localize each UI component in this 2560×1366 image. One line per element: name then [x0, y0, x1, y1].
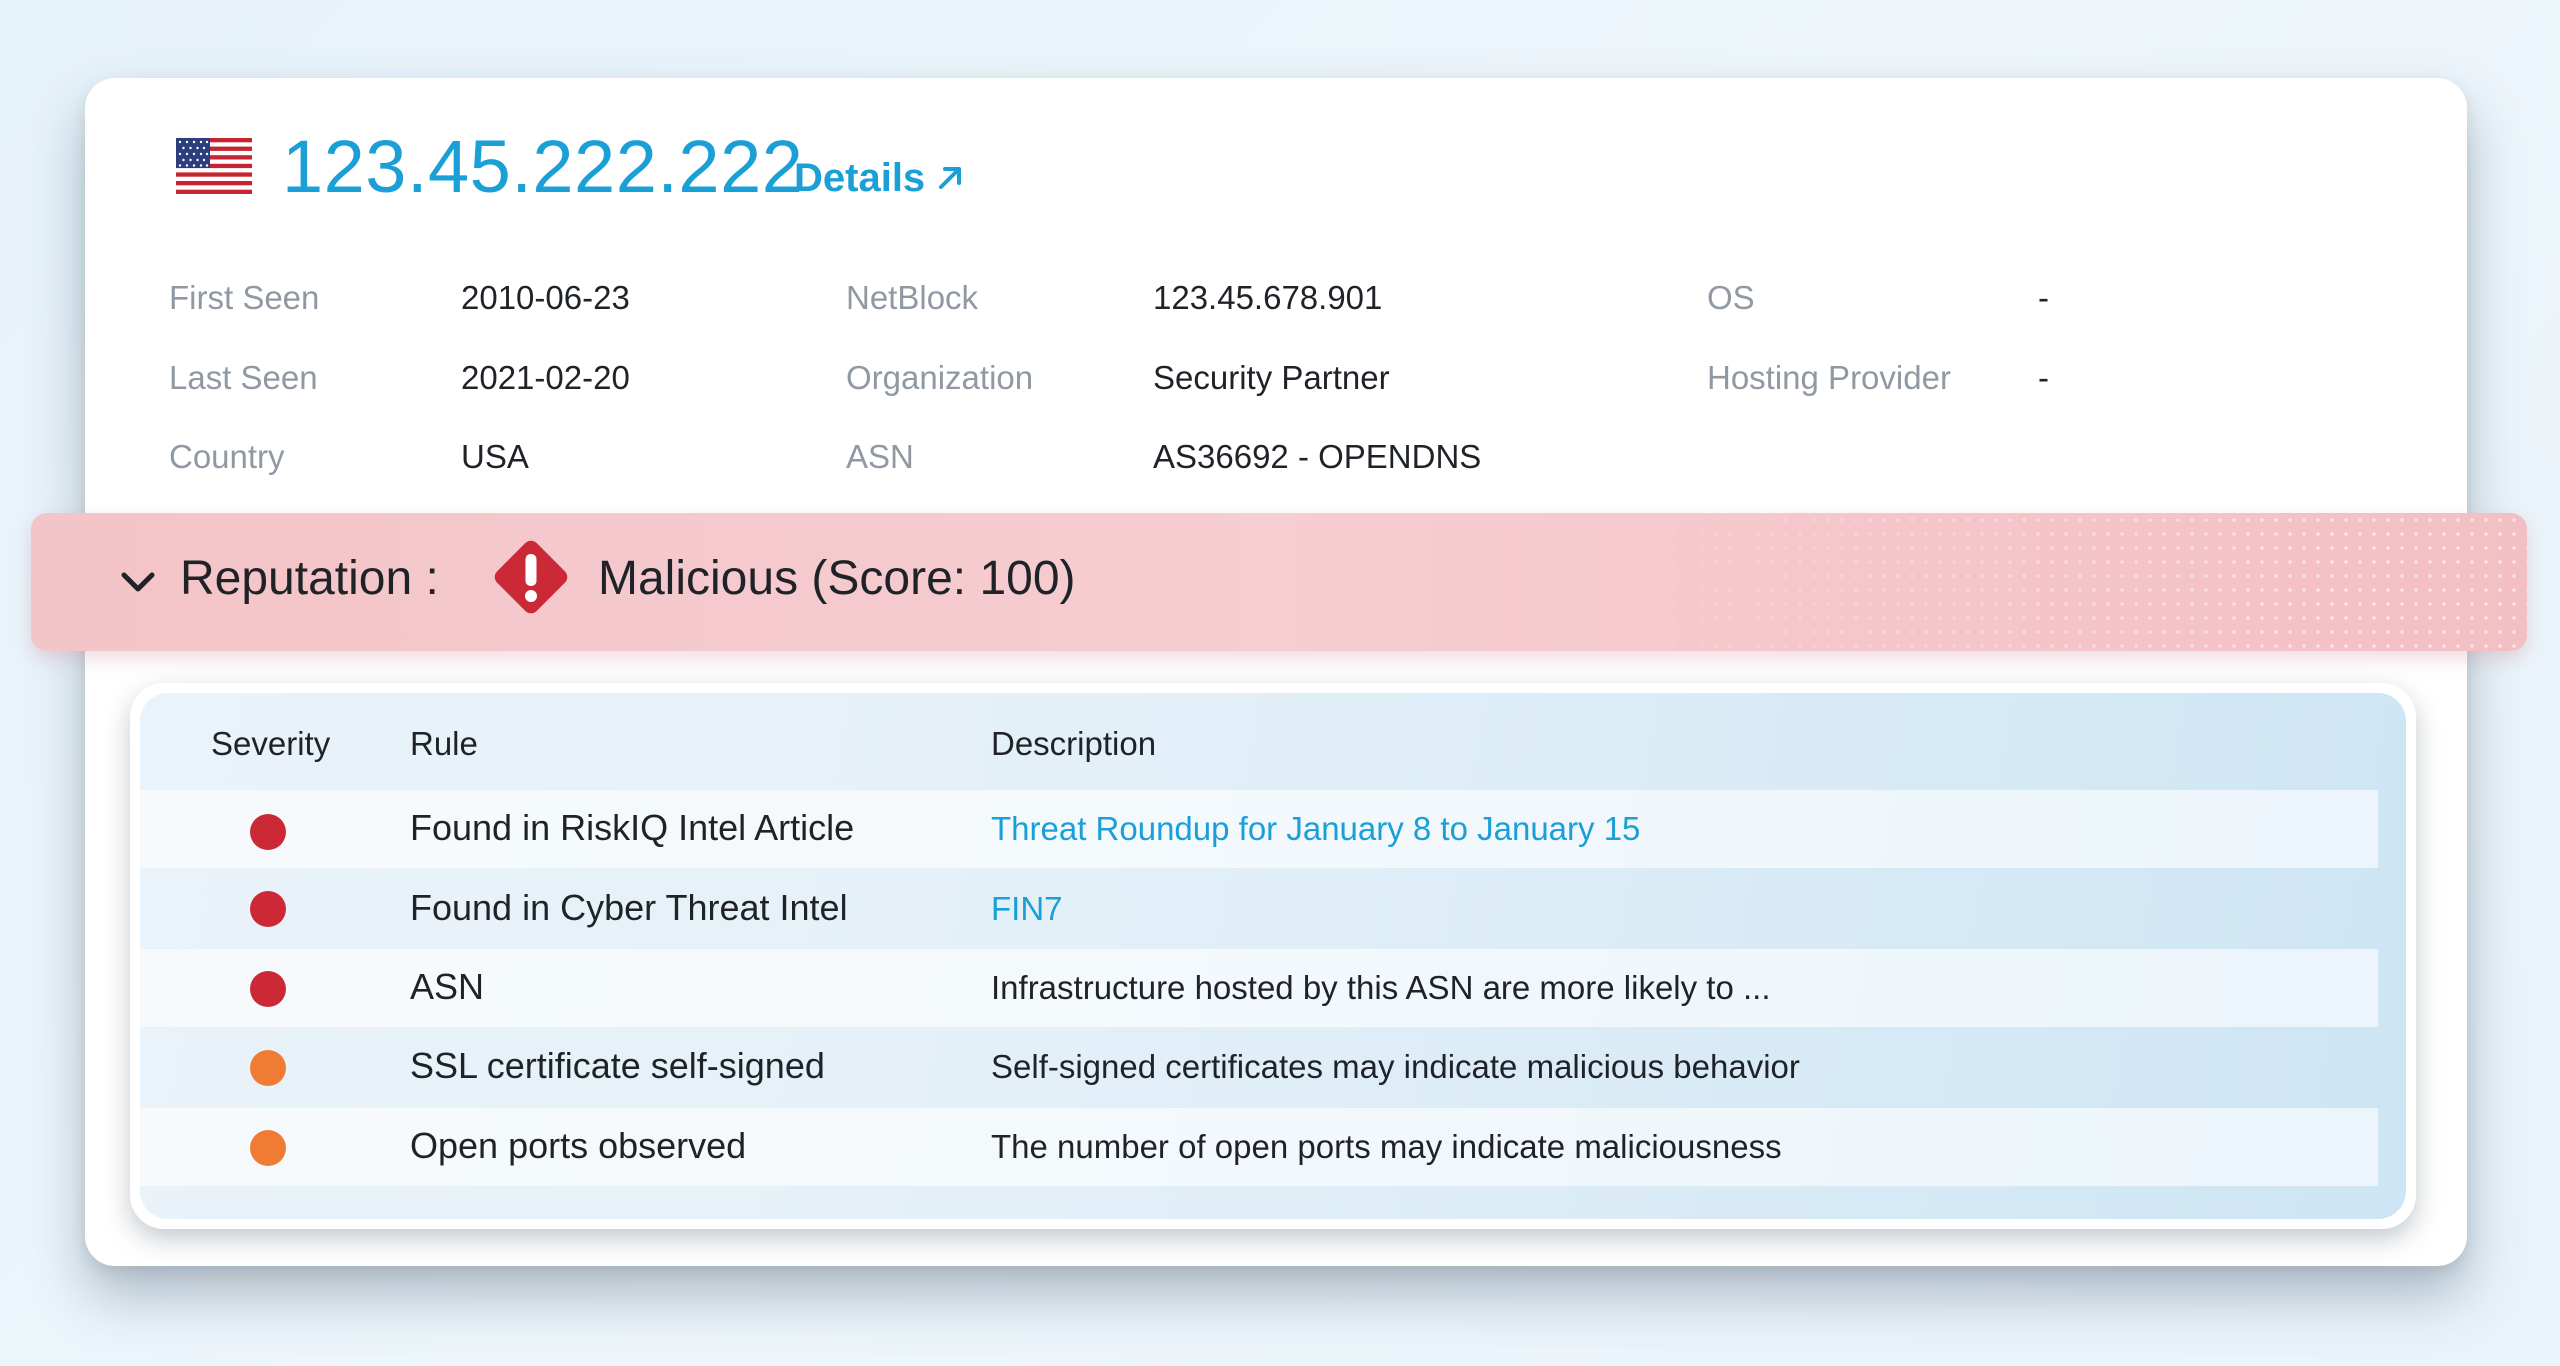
netblock-label: NetBlock [846, 279, 979, 316]
ip-address-title: 123.45.222.222 [282, 125, 804, 208]
severity-high-dot [250, 814, 286, 850]
organization-label: Organization [846, 359, 1034, 396]
alert-diamond-icon [494, 540, 568, 614]
chevron-down-icon[interactable] [118, 562, 158, 602]
details-link-label: Details [794, 156, 926, 200]
description-link[interactable]: FIN7 [991, 885, 1063, 933]
severity-high-dot [250, 971, 286, 1007]
os-label: OS [1707, 279, 1755, 316]
severity-medium-dot [250, 1130, 286, 1166]
reputation-value: Malicious (Score: 100) [598, 552, 1076, 605]
hosting-provider-value: - [2038, 359, 2049, 396]
external-link-arrow-icon [939, 167, 962, 189]
description-link[interactable]: Threat Roundup for January 8 to January … [991, 805, 1640, 853]
first-seen-value: 2010-06-23 [461, 279, 630, 316]
reputation-banner-pattern [1527, 513, 2527, 651]
netblock-value: 123.45.678.901 [1153, 279, 1383, 316]
severity-column-header: Severity [211, 725, 331, 762]
first-seen-label: First Seen [169, 279, 320, 316]
os-value: - [2038, 279, 2049, 316]
hosting-provider-label: Hosting Provider [1707, 359, 1951, 396]
details-link[interactable]: Details [794, 150, 965, 206]
rule-cell: ASN [410, 966, 485, 1007]
rule-cell: SSL certificate self-signed [410, 1045, 825, 1086]
country-label: Country [169, 438, 285, 475]
last-seen-label: Last Seen [169, 359, 318, 396]
description-cell: Infrastructure hosted by this ASN are mo… [991, 969, 1771, 1006]
country-value: USA [461, 438, 529, 475]
asn-label: ASN [846, 438, 914, 475]
us-flag-icon [176, 138, 252, 194]
rule-cell: Found in Cyber Threat Intel [410, 887, 848, 928]
reputation-label: Reputation : [180, 552, 439, 605]
asn-value: AS36692 - OPENDNS [1153, 438, 1482, 475]
rule-cell: Open ports observed [410, 1125, 747, 1166]
severity-high-dot [250, 891, 286, 927]
description-cell: The number of open ports may indicate ma… [991, 1128, 1782, 1165]
rule-cell: Found in RiskIQ Intel Article [410, 807, 855, 848]
description-cell: Self-signed certificates may indicate ma… [991, 1048, 1800, 1085]
organization-value: Security Partner [1153, 359, 1390, 396]
last-seen-value: 2021-02-20 [461, 359, 630, 396]
rule-column-header: Rule [410, 725, 478, 762]
description-column-header: Description [991, 725, 1157, 762]
severity-medium-dot [250, 1050, 286, 1086]
